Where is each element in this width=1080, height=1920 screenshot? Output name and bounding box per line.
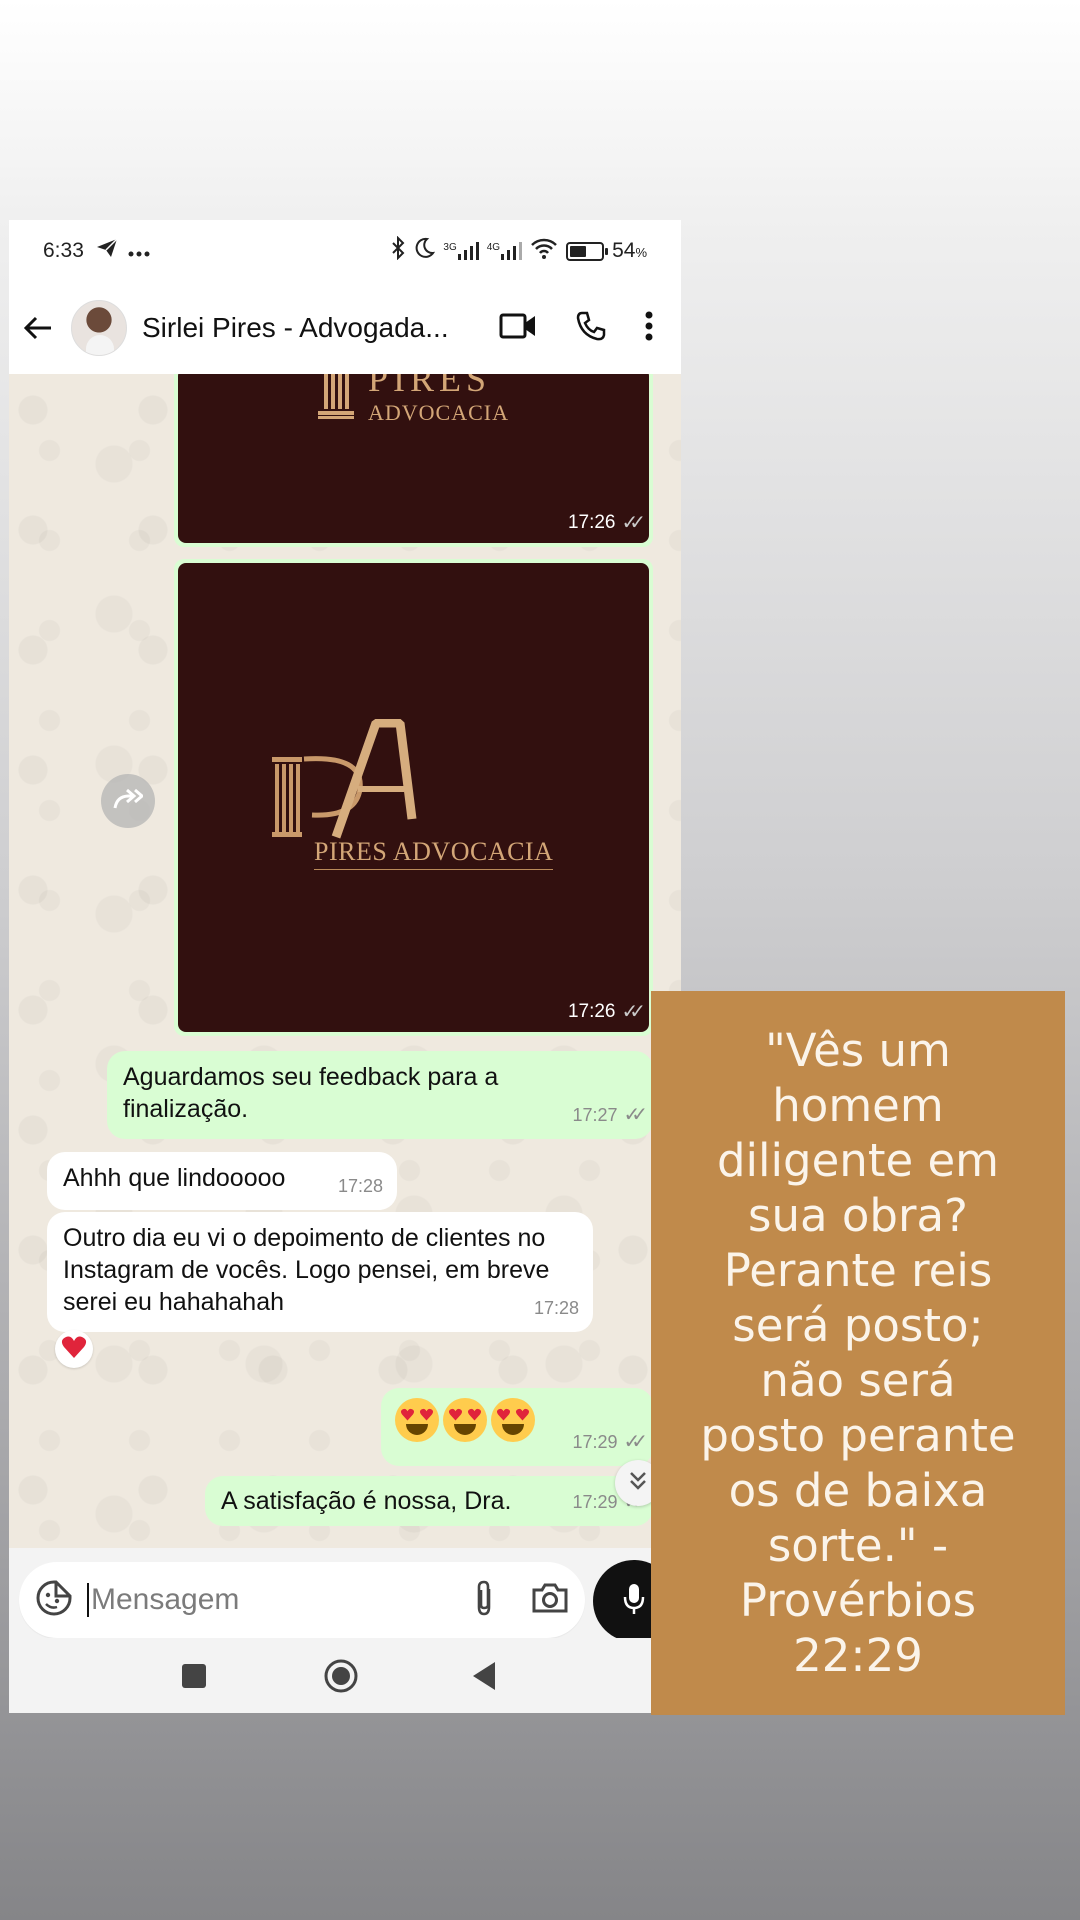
message-time: 17:27 ✓✓ — [572, 1099, 647, 1131]
logo-image[interactable]: PIRES ADVOCACIA 17:26 ✓✓ — [178, 563, 649, 1032]
double-check-icon: ✓✓ — [621, 1001, 645, 1023]
message-time: 17:29✓✓ — [572, 1426, 647, 1458]
heart-eyes-emoji — [491, 1398, 535, 1442]
message-time: 17:26 ✓✓ — [567, 511, 646, 535]
signal-4g-icon: 4G — [486, 242, 523, 260]
video-call-icon[interactable] — [499, 312, 537, 345]
quote-text: "Vês um homem diligente em sua obra? Per… — [700, 1024, 1016, 1682]
status-time: 6:33 — [43, 239, 84, 262]
wifi-icon — [530, 237, 558, 265]
more-dots-icon — [128, 239, 150, 263]
battery-percent: 54% — [612, 239, 647, 262]
message-text: Aguardamos seu feedback para a finalizaç… — [123, 1063, 499, 1123]
logo-caption: PIRES ADVOCACIA — [314, 837, 554, 870]
signal-icon: 3G — [443, 242, 479, 260]
outgoing-message[interactable]: 17:29 ✓✓ — [381, 1388, 653, 1466]
back-arrow-icon[interactable] — [23, 315, 63, 341]
forward-button[interactable] — [101, 774, 155, 828]
message-time: 17:28 — [533, 1298, 579, 1318]
double-check-icon: ✓✓ — [623, 1104, 647, 1126]
pires-logo-small: PIRES ADVOCACIA — [318, 374, 509, 426]
heart-eyes-emoji — [395, 1398, 439, 1442]
message-input[interactable] — [87, 1583, 387, 1617]
moon-icon — [413, 237, 436, 265]
logo-line2: ADVOCACIA — [368, 400, 509, 425]
back-nav-icon[interactable] — [471, 1661, 497, 1696]
double-check-icon: ✓✓ — [623, 1431, 647, 1453]
double-check-icon: ✓✓ — [621, 512, 645, 534]
sticker-icon[interactable] — [35, 1579, 73, 1622]
telegram-icon — [96, 238, 118, 264]
image-message[interactable]: PIRES ADVOCACIA 17:26 ✓✓ — [174, 559, 653, 1036]
network-4g-label: 4G — [486, 242, 501, 253]
network-3g-label: 3G — [443, 242, 457, 253]
logo-line1: PIRES — [368, 374, 492, 399]
bluetooth-icon — [391, 235, 405, 266]
composer — [9, 1548, 681, 1642]
heart-eyes-emoji — [443, 1398, 487, 1442]
message-text: Ahhh que lindooooo — [63, 1164, 286, 1192]
chat-header: Sirlei Pires - Advogada... — [9, 282, 681, 374]
double-chevron-down-icon — [627, 1470, 649, 1497]
status-bar: 6:33 3G 4G 54% — [9, 220, 681, 282]
chat-area[interactable]: PIRES ADVOCACIA 17:26 ✓✓ PIRES ADVOCACIA… — [9, 374, 681, 1548]
message-time: 17:28 — [337, 1176, 383, 1196]
image-message[interactable]: PIRES ADVOCACIA 17:26 ✓✓ — [174, 374, 653, 547]
forward-icon — [113, 788, 145, 815]
message-text: A satisfação é nossa, Dra. — [221, 1487, 512, 1515]
mic-icon — [622, 1582, 646, 1621]
incoming-message[interactable]: Outro dia eu vi o depoimento de clientes… — [47, 1212, 593, 1332]
attach-icon[interactable] — [473, 1579, 495, 1622]
pa-monogram — [272, 718, 417, 839]
message-time: 17:26 ✓✓ — [567, 1000, 646, 1024]
outgoing-message[interactable]: A satisfação é nossa, Dra. 17:29✓✓ — [205, 1476, 653, 1526]
pires-advocacia-logo: PIRES ADVOCACIA — [272, 718, 554, 889]
contact-name[interactable]: Sirlei Pires - Advogada... — [142, 312, 460, 344]
home-nav-icon[interactable] — [323, 1658, 359, 1699]
outgoing-message[interactable]: Aguardamos seu feedback para a finalizaç… — [107, 1051, 653, 1139]
square-nav-icon[interactable] — [181, 1663, 207, 1694]
quote-card: "Vês um homem diligente em sua obra? Per… — [651, 991, 1065, 1715]
column-icon — [318, 374, 354, 419]
camera-icon[interactable] — [531, 1582, 569, 1619]
message-text: Outro dia eu vi o depoimento de clientes… — [63, 1224, 550, 1316]
heart-icon — [61, 1335, 87, 1364]
reaction-badge[interactable] — [55, 1330, 93, 1368]
system-nav-bar — [9, 1638, 681, 1713]
phone-call-icon[interactable] — [575, 310, 607, 347]
more-vert-icon[interactable] — [645, 311, 653, 346]
battery-icon — [566, 241, 609, 261]
avatar[interactable] — [71, 300, 127, 356]
logo-image[interactable]: PIRES ADVOCACIA 17:26 ✓✓ — [178, 374, 649, 543]
message-input-container[interactable] — [19, 1562, 585, 1638]
incoming-message[interactable]: Ahhh que lindooooo 17:28 — [47, 1152, 397, 1210]
phone-screenshot: 6:33 3G 4G 54% Sirlei Pires - Advogada..… — [9, 220, 681, 1713]
